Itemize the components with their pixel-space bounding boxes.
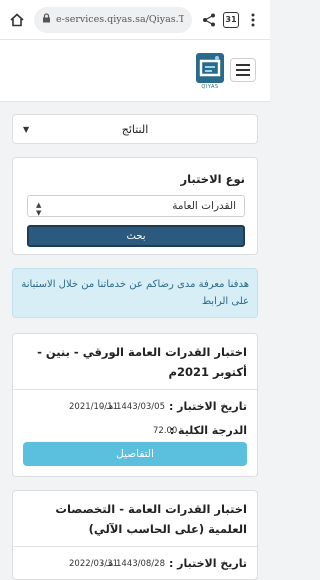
result-title: اختبار القدرات العامة الورقي - بنين - أك…: [13, 334, 257, 390]
result-card: اختبار القدرات العامة - التخصصات العلمية…: [12, 490, 258, 580]
results-toggle-button[interactable]: ▼ النتائج: [12, 114, 258, 144]
hamburger-line: [236, 69, 250, 71]
result-card: اختبار القدرات العامة الورقي - بنين - أك…: [12, 333, 258, 477]
total-score-value: 72.00: [153, 426, 178, 436]
hamburger-line: [236, 64, 250, 66]
exam-date-row: تاريخ الاختبار : 1443/03/05 هـ - 2021/10…: [13, 396, 257, 420]
tabs-button[interactable]: 31: [220, 9, 242, 31]
caret-down-icon: ▼: [23, 124, 30, 134]
hamburger-line: [236, 74, 250, 76]
survey-alert-text: هدفنا معرفة مدى رضاكم عن خدماتنا من خلال…: [21, 279, 249, 307]
search-button[interactable]: بحث: [27, 225, 245, 247]
details-button[interactable]: التفاصيل: [23, 442, 247, 466]
results-toggle-label: النتائج: [121, 122, 149, 136]
site-header: QIYAS: [0, 40, 270, 102]
result-title: اختبار القدرات العامة - التخصصات العلمية…: [13, 491, 257, 547]
total-score-label: الدرجة الكلية :: [169, 424, 247, 437]
exam-date-label: تاريخ الاختبار :: [168, 400, 247, 413]
exam-date-gregorian: 2021/10/11: [69, 402, 118, 412]
exam-date-label: تاريخ الاختبار :: [168, 557, 247, 570]
total-score-row: الدرجة الكلية : 72.00: [13, 420, 257, 444]
lock-icon: [42, 13, 51, 26]
logo-text: QIYAS: [201, 84, 219, 90]
share-icon[interactable]: [198, 9, 220, 31]
tabs-count: 31: [223, 11, 239, 28]
exam-date-gregorian: 2022/03/31: [69, 559, 118, 569]
hamburger-menu-button[interactable]: [230, 58, 256, 82]
qiyas-logo[interactable]: [196, 53, 224, 85]
filter-card: نوع الاختبار ▲ ▼ القدرات العامة بحث: [12, 157, 258, 255]
home-icon[interactable]: [6, 9, 28, 31]
exam-date-row: تاريخ الاختبار : 1443/08/28 هـ - 2022/03…: [13, 553, 257, 577]
address-bar[interactable]: e-services.qiyas.sa/Qiyas.T: [34, 6, 192, 33]
survey-alert: هدفنا معرفة مدى رضاكم عن خدماتنا من خلال…: [12, 268, 258, 318]
exam-type-select[interactable]: ▲ ▼ القدرات العامة: [27, 195, 245, 217]
select-caret-icon: ▲ ▼: [36, 201, 42, 217]
browser-toolbar: e-services.qiyas.sa/Qiyas.T 31: [0, 0, 270, 40]
url-text: e-services.qiyas.sa/Qiyas.T: [56, 14, 184, 25]
filter-title: نوع الاختبار: [180, 172, 245, 186]
menu-dots-icon[interactable]: [242, 9, 264, 31]
exam-type-value: القدرات العامة: [172, 200, 236, 212]
